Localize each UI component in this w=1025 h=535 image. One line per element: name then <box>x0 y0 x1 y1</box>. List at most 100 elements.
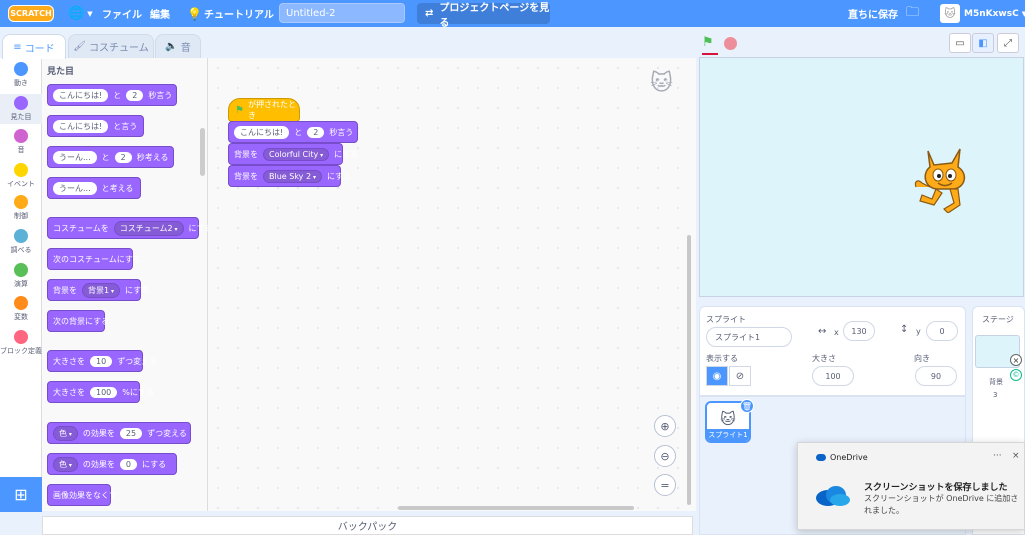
workspace-vertical-scrollbar[interactable] <box>687 235 691 505</box>
block-text-slot[interactable]: こんにちは! <box>234 125 290 139</box>
block-text: と <box>294 127 303 137</box>
sprite-name-input[interactable]: スプライト1 <box>706 327 792 347</box>
speaker-icon: 🔈 <box>165 41 178 52</box>
show-sprite-button[interactable]: ◉ <box>706 366 728 386</box>
brush-icon: 🖌 <box>73 41 86 52</box>
extension-circle-icon[interactable]: © <box>1010 369 1022 381</box>
tab-sounds-label: 音 <box>180 43 191 54</box>
category-sensing[interactable]: 調べる <box>0 229 42 255</box>
project-title-input[interactable]: Untitled-2 <box>279 3 405 23</box>
user-avatar[interactable]: 🐱 <box>940 4 960 23</box>
block-number-slot[interactable]: 2 <box>114 151 132 163</box>
category-control[interactable]: 制御 <box>0 195 42 221</box>
tab-sounds[interactable]: 🔈 音 <box>155 34 201 58</box>
think-block[interactable]: うーん... と考える <box>47 177 141 199</box>
backpack-panel[interactable]: バックパック <box>42 516 693 535</box>
effect-dropdown[interactable]: 色 <box>53 456 78 472</box>
cat-sprite[interactable] <box>914 143 976 213</box>
category-sound[interactable]: 音 <box>0 129 42 155</box>
stop-button[interactable] <box>724 37 737 50</box>
block-number-slot[interactable]: 2 <box>307 126 325 138</box>
set-effect-block[interactable]: 色 の効果を 0 にする <box>47 453 177 475</box>
toast-more-button[interactable]: ··· <box>993 451 1002 461</box>
my-stuff-folder-icon[interactable]: 🗀 <box>906 0 919 27</box>
zoom-in-button[interactable]: ⊕ <box>654 415 676 437</box>
effect-dropdown[interactable]: 色 <box>53 425 78 441</box>
tab-costumes[interactable]: 🖌 コスチューム <box>68 34 154 58</box>
set-size-block[interactable]: 大きさを 100 %にする <box>47 381 154 403</box>
account-menu[interactable]: M5nKxwsC ▼ <box>964 0 1025 27</box>
block-text: と <box>101 152 110 162</box>
toast-close-button[interactable]: × <box>1012 451 1020 461</box>
hide-sprite-button[interactable]: ⊘ <box>729 366 751 386</box>
y-position-input[interactable]: 0 <box>926 321 958 341</box>
block-text-slot[interactable]: うーん... <box>53 181 97 195</box>
delete-sprite-button[interactable]: 🗑 <box>740 399 754 413</box>
category-variables[interactable]: 変数 <box>0 296 42 322</box>
edit-menu[interactable]: 編集 <box>150 0 170 27</box>
next-backdrop-block[interactable]: 次の背景にする <box>47 310 109 332</box>
category-looks[interactable]: 見た目 <box>0 94 42 124</box>
think-for-secs-block[interactable]: うーん... と 2 秒考える <box>47 146 174 168</box>
category-label: ブロック定義 <box>0 347 42 355</box>
next-costume-block[interactable]: 次のコスチュームにする <box>47 248 141 270</box>
zoom-reset-button[interactable]: = <box>654 474 676 496</box>
scratch-logo[interactable]: SCRATCH <box>8 5 54 22</box>
category-motion[interactable]: 動き <box>0 62 42 88</box>
block-number-slot[interactable]: 10 <box>90 355 113 367</box>
language-globe-icon[interactable]: 🌐 ▼ <box>68 0 93 27</box>
direction-input[interactable]: 90 <box>915 366 957 386</box>
switch-costume-block[interactable]: コスチュームを コスチューム2 にする <box>47 217 213 239</box>
switch-backdrop-block[interactable]: 背景を 背景1 にする <box>47 279 149 301</box>
block-number-slot[interactable]: 0 <box>119 458 138 470</box>
add-extension-button[interactable]: ⊞ <box>0 477 42 512</box>
clear-effects-block[interactable]: 画像効果をなくす <box>47 484 117 506</box>
green-flag-button[interactable]: ⚑ <box>702 35 718 51</box>
fullscreen-button[interactable]: ⤢ <box>997 33 1019 53</box>
category-events[interactable]: イベント <box>0 163 42 189</box>
tutorials-menu[interactable]: チュートリアル <box>204 0 274 27</box>
block-text-slot[interactable]: こんにちは! <box>53 119 109 133</box>
block-text-slot[interactable]: こんにちは! <box>53 88 109 102</box>
backdrop-dropdown[interactable]: Blue Sky 2 <box>263 169 322 183</box>
toast-app-header: OneDrive <box>816 453 868 462</box>
workspace-horizontal-scrollbar[interactable] <box>398 506 634 510</box>
block-text: 画像効果をなくす <box>53 490 117 500</box>
backdrop-dropdown[interactable]: 背景1 <box>82 282 121 298</box>
change-effect-block[interactable]: 色 の効果を 25 ずつ変える <box>47 422 191 444</box>
change-size-block[interactable]: 大きさを 10 ずつ変える <box>47 350 157 372</box>
onedrive-notification[interactable]: OneDrive ··· × スクリーンショットを保存しました スクリーンショッ… <box>797 442 1025 530</box>
large-stage-button[interactable]: ◧ <box>972 33 994 53</box>
costume-dropdown[interactable]: コスチューム2 <box>113 220 184 236</box>
category-my-blocks[interactable]: ブロック定義 <box>0 330 42 356</box>
block-text-slot[interactable]: うーん... <box>53 150 97 164</box>
block-number-slot[interactable]: 2 <box>126 89 144 101</box>
x-label: x <box>834 328 839 337</box>
block-text: と考える <box>101 183 134 193</box>
file-menu[interactable]: ファイル <box>102 0 142 27</box>
username-label: M5nKxwsC <box>964 8 1019 19</box>
close-icon[interactable]: × <box>1010 354 1022 366</box>
tutorials-lightbulb-icon[interactable]: 💡 <box>187 0 202 27</box>
script-switch-backdrop-block[interactable]: 背景を Colorful City にする <box>228 143 358 165</box>
block-number-slot[interactable]: 100 <box>90 386 118 398</box>
palette-scrollbar[interactable] <box>200 128 205 176</box>
size-input[interactable]: 100 <box>812 366 854 386</box>
tab-code[interactable]: ≡ コード <box>2 34 66 59</box>
x-position-input[interactable]: 130 <box>843 321 875 341</box>
category-dot <box>14 296 28 310</box>
zoom-out-button[interactable]: ⊖ <box>654 445 676 467</box>
script-say-block[interactable]: こんにちは! と 2 秒言う <box>228 121 358 143</box>
see-project-page-button[interactable]: ⇄ プロジェクトページを見る <box>417 3 550 29</box>
say-block[interactable]: こんにちは! と言う <box>47 115 144 137</box>
category-operators[interactable]: 演算 <box>0 263 42 289</box>
block-number-slot[interactable]: 25 <box>119 427 143 439</box>
script-switch-backdrop-block[interactable]: 背景を Blue Sky 2 にする <box>228 165 351 187</box>
backdrops-count: 3 <box>993 391 998 399</box>
say-for-secs-block[interactable]: こんにちは! と 2 秒言う <box>47 84 177 106</box>
backdrop-dropdown[interactable]: Colorful City <box>263 147 330 161</box>
menu-bar: SCRATCH 🌐 ▼ ファイル 編集 💡 チュートリアル Untitled-2 … <box>0 0 1025 29</box>
save-now-link[interactable]: 直ちに保存 <box>848 0 898 27</box>
small-stage-button[interactable]: ▭ <box>949 33 971 53</box>
when-flag-clicked-block[interactable]: ⚑ が押されたとき <box>228 98 300 122</box>
